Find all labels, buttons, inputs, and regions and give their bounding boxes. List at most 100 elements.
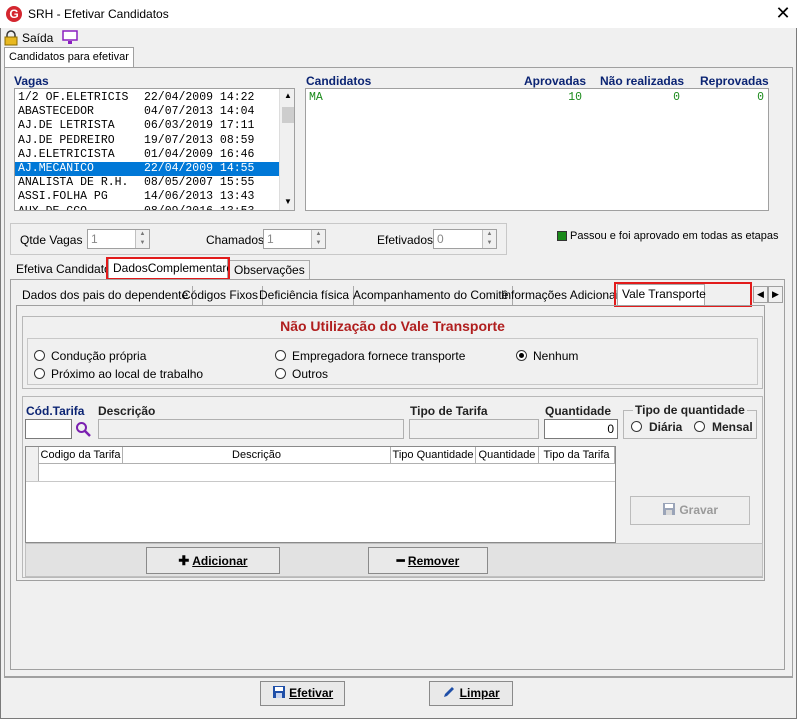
vaga-list-item[interactable]: AJ.DE LETRISTA 06/03/2019 17:11 [15,119,279,133]
spinner-arrows-icon[interactable]: ▲ ▼ [311,230,325,248]
radio-nenhum[interactable] [516,350,527,361]
tab-codigos-fixos[interactable]: Códigos Fixos [178,286,264,306]
vaga-date: 19/07/2013 08:59 [144,133,255,147]
lock-icon [4,30,18,46]
tab-label: Deficiência física [259,288,350,302]
tab-label: Informações Adicionais [501,288,625,302]
minus-icon: ━ [396,553,405,568]
tab-scroll-right-icon[interactable]: ▶ [768,286,783,303]
tipo-quantidade-label: Tipo de quantidade [633,403,747,417]
column-header-tipo-tarifa[interactable]: Tipo da Tarifa [539,447,615,464]
vaga-list-item[interactable]: ABASTECEDOR 04/07/2013 14:04 [15,105,279,119]
vaga-name: AUX.DE CCO [18,205,87,210]
gravar-button[interactable]: Gravar [630,496,750,525]
legend-swatch [557,231,567,241]
limpar-label: Limpar [459,686,500,700]
quantidade-input[interactable]: 0 [544,419,618,439]
limpar-button[interactable]: Limpar [429,681,513,706]
mensal-label: Mensal [712,420,753,434]
tab-scroll-left-icon[interactable]: ◀ [753,286,768,303]
efetivados-spinner[interactable]: 0 ▲ ▼ [433,229,497,249]
radio-outros[interactable] [275,368,286,379]
nao-realizadas-header: Não realizadas [600,74,685,88]
tab-informacoes-adicionais[interactable]: Informações Adicionais [497,286,628,306]
column-header-codigo-tarifa[interactable]: Codigo da Tarifa [39,447,123,464]
vaga-list-item[interactable]: ANALISTA DE R.H. 08/05/2007 15:55 [15,176,279,190]
tab-candidatos-para-efetivar[interactable]: Candidatos para efetivar [4,47,134,68]
tab-dados-dos-pais[interactable]: Dados dos pais do dependente [18,286,194,306]
vaga-date: 08/09/2016 13:53 [144,205,254,210]
tipo-tarifa-label: Tipo de Tarifa [410,404,488,418]
spinner-arrows-icon[interactable]: ▲ ▼ [482,230,496,248]
candidato-reprovadas: 0 [757,91,764,104]
column-label: Quantidade [478,449,536,461]
remover-button[interactable]: ━ Remover [368,547,488,574]
candidato-row[interactable]: MA 10 0 0 [306,91,768,105]
vagas-list[interactable]: 1/2 OF.ELETRICIS 22/04/2009 14:22 ABASTECE… [14,88,295,211]
spinner-arrows-icon[interactable]: ▲ ▼ [135,230,149,248]
candidato-name: MA [309,91,323,104]
vaga-name: AJ.DE PEDREIRO [18,133,115,147]
vaga-list-item[interactable]: ASSI.FOLHA PG 14/06/2013 13:43 [15,190,279,204]
app-logo-icon: G [6,6,22,22]
radio-empregadora-fornece[interactable] [275,350,286,361]
vaga-list-item[interactable]: AJ.ELETRICISTA 01/04/2009 16:46 [15,148,279,162]
efetivar-button[interactable]: Efetivar [260,681,345,706]
vaga-name: ABASTECEDOR [18,105,94,119]
cod-tarifa-input[interactable] [25,419,72,439]
quantidade-value: 0 [607,422,614,436]
efetivar-label: Efetivar [289,686,334,700]
pencil-icon [444,687,455,697]
quantidade-label: Quantidade [545,404,612,418]
aprovadas-header: Aprovadas [524,74,587,88]
tab-label: Códigos Fixos [182,288,259,302]
tab-label: Candidatos para efetivar [9,51,129,63]
nenhum-label: Nenhum [533,349,579,363]
chamados-value: 1 [267,232,274,246]
outros-label: Outros [292,367,329,381]
candidatos-list[interactable]: MA 10 0 0 [305,88,769,211]
radio-mensal[interactable] [694,421,705,432]
radio-conducao-propria[interactable] [34,350,45,361]
column-header-tipo-quantidade[interactable]: Tipo Quantidade [391,447,476,464]
vaga-name: ASSI.FOLHA PG [18,190,108,204]
vaga-name: AJ.ELETRICISTA [18,147,115,161]
radio-diaria[interactable] [631,421,642,432]
search-icon[interactable] [75,421,91,437]
radio-proximo-local-trabalho[interactable] [34,368,45,379]
vaga-list-item[interactable]: AJ.MECANICO 22/04/2009 14:55 [15,162,279,176]
column-label: Tipo Quantidade [392,449,474,461]
adicionar-button[interactable]: ✚ Adicionar [146,547,280,574]
tab-deficiencia-fisica[interactable]: Deficiência física [255,286,355,306]
candidato-aprovadas: 10 [568,91,582,104]
exit-button[interactable]: Saída [4,30,54,46]
vaga-list-item[interactable]: AJ.DE PEDREIRO 19/07/2013 08:59 [15,134,279,148]
tab-observacoes[interactable]: Observações [230,260,310,279]
vaga-list-item[interactable]: 1/2 OF.ELETRICIS 22/04/2009 14:22 [15,91,279,105]
vaga-date: 08/05/2007 15:55 [144,176,255,190]
scroll-thumb[interactable] [282,107,294,123]
vaga-date: 04/07/2013 14:04 [144,105,255,119]
close-icon[interactable]: ✕ [772,4,794,24]
qtde-vagas-spinner[interactable]: 1 ▲ ▼ [87,229,150,249]
scroll-up-icon[interactable]: ▲ [284,91,292,100]
monitor-icon[interactable] [62,30,78,45]
save-icon [272,686,285,698]
efetivados-value: 0 [437,232,444,246]
save-icon [662,503,675,515]
vaga-date: 06/03/2019 17:11 [144,119,255,133]
vaga-list-item[interactable]: AUX.DE CCO 08/09/2016 13:53 [15,205,279,210]
column-label: Descrição [232,449,281,461]
scroll-down-icon[interactable]: ▼ [284,197,292,206]
vt-title: Não Utilização do Vale Transporte [280,318,505,334]
window-title: SRH - Efetivar Candidatos [28,7,169,21]
column-label: Tipo da Tarifa [543,449,610,461]
vagas-scrollbar[interactable]: ▲ ▼ [279,89,294,210]
chamados-spinner[interactable]: 1 ▲ ▼ [263,229,326,249]
column-header-descricao[interactable]: Descrição [123,447,391,464]
vaga-name: 1/2 OF.ELETRICIS [18,91,129,104]
table-row[interactable] [26,464,615,482]
tab-acompanhamento-comite[interactable]: Acompanhamento do Comitê [349,286,514,306]
tab-efetiva-candidato[interactable]: Efetiva Candidato [12,260,115,280]
column-header-quantidade[interactable]: Quantidade [476,447,539,464]
